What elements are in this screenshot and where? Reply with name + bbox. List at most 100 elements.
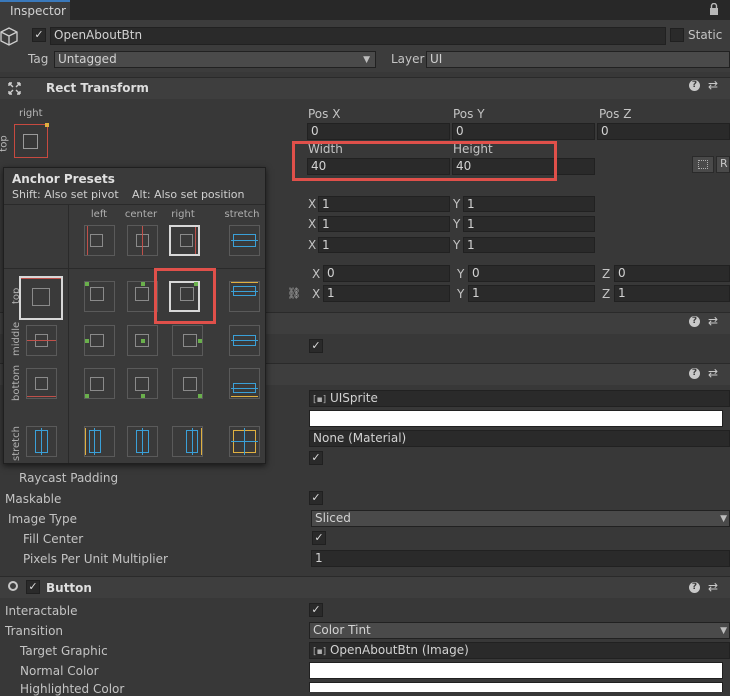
preset-stretch-center[interactable] [127,426,158,457]
preset-center-none[interactable] [127,225,158,256]
anchor-preset-button[interactable] [14,123,49,158]
preset-left-none[interactable] [84,225,115,256]
gameobject-cube-icon [0,27,18,46]
layer-label: Layer [391,52,425,66]
lock-icon[interactable] [709,3,719,15]
anchor-min-y-label: Y [453,197,461,211]
rotation-z-field[interactable]: 0 [614,265,730,282]
help-icon[interactable]: ? [689,80,700,91]
preset-sliders-icon[interactable]: ⇄ [708,78,718,92]
rotation-y-field[interactable]: 0 [468,265,595,282]
scale-x-field[interactable]: 1 [323,285,450,302]
preset-none-middle[interactable] [26,325,57,356]
tag-dropdown[interactable]: Untagged ▼ [54,51,376,68]
interactable-checkbox[interactable]: ✓ [309,603,323,617]
interactable-label: Interactable [5,604,78,618]
preset-middle-stretch[interactable] [229,325,260,356]
object-name-field[interactable]: OpenAboutBtn [50,27,666,45]
preset-stretch-stretch[interactable] [229,426,260,457]
highlighted-color-field[interactable] [309,682,723,692]
popup-col-divider [68,204,69,463]
button-component-header[interactable]: ✓ Button ? ⇄ [0,576,730,598]
static-label: Static [688,28,723,42]
preset-bottom-center[interactable] [127,368,158,399]
preset-bottom-left[interactable] [84,368,115,399]
pos-z-value: 0 [601,124,609,138]
tab-label: Inspector [10,4,66,18]
preset-middle-right[interactable] [172,325,203,356]
cull-transparent-checkbox[interactable]: ✓ [309,339,323,353]
preset-middle-left[interactable] [84,325,115,356]
preset-middle-center[interactable] [127,325,158,356]
pivot-y-value: 1 [467,238,475,252]
button-component-title: Button [46,581,92,595]
preset-right-none-selected[interactable] [169,225,200,256]
rect-transform-header[interactable]: Rect Transform ? ⇄ [0,77,730,99]
rotation-x-field[interactable]: 0 [323,265,450,282]
target-graphic-field[interactable]: [▪] OpenAboutBtn (Image) [309,642,730,659]
preset-stretch-right[interactable] [172,426,203,457]
anchor-presets-popup: Anchor Presets Shift: Also set pivot Alt… [3,167,266,464]
anchor-max-x-field[interactable]: 1 [318,216,450,232]
preset-bottom-right[interactable] [172,368,203,399]
transition-dropdown[interactable]: Color Tint ▼ [309,622,730,639]
tab-inspector[interactable]: Inspector [0,0,70,20]
button-enabled-checkbox[interactable]: ✓ [26,580,40,594]
preset-sliders-icon[interactable]: ⇄ [708,314,718,328]
preset-none-bottom[interactable] [26,368,57,399]
anchor-max-y-value: 1 [467,217,475,231]
preset-stretch-left[interactable] [84,426,115,457]
raw-edit-button[interactable]: R [716,156,730,173]
transition-label: Transition [5,624,64,638]
scale-z-field[interactable]: 1 [614,285,730,302]
constrain-proportions-link-icon[interactable]: ⛓ [287,287,301,300]
anchor-presets-shift-hint: Shift: Also set pivot [12,188,119,201]
pos-z-field[interactable]: 0 [597,123,730,140]
chevron-down-icon: ▼ [720,514,727,524]
preset-sliders-icon[interactable]: ⇄ [708,580,718,594]
pivot-y-field[interactable]: 1 [463,237,595,253]
raycast-target-checkbox[interactable]: ✓ [309,451,323,465]
preset-bottom-stretch[interactable] [229,368,260,399]
active-checkbox[interactable]: ✓ [32,28,46,42]
help-icon[interactable]: ? [689,316,700,327]
pos-y-field[interactable]: 0 [452,123,595,140]
preset-sliders-icon[interactable]: ⇄ [708,366,718,380]
ppu-multiplier-field[interactable]: 1 [311,550,730,567]
image-type-value: Sliced [315,511,351,525]
layer-dropdown[interactable]: UI [426,51,730,68]
image-color-field[interactable] [309,410,723,427]
image-component-icon: [▪] [313,647,327,657]
source-image-field[interactable]: [▪] UISprite [309,390,730,407]
blueprint-mode-button[interactable] [692,156,714,173]
tag-label: Tag [28,52,49,66]
normal-color-field[interactable] [309,662,723,679]
image-type-dropdown[interactable]: Sliced ▼ [311,510,730,527]
anchor-max-x-label: X [308,217,317,231]
anchor-min-x-field[interactable]: 1 [318,196,450,212]
fill-center-checkbox[interactable]: ✓ [312,531,326,545]
anchor-side-top-label: right [19,108,43,119]
maskable-checkbox[interactable]: ✓ [309,491,323,505]
anchor-max-y-field[interactable]: 1 [463,216,595,232]
anchor-min-y-field[interactable]: 1 [463,196,595,212]
row-header-stretch: stretch [11,426,22,461]
preset-top-left[interactable] [84,281,115,312]
material-field[interactable]: None (Material) [309,430,730,447]
help-icon[interactable]: ? [689,582,700,593]
anchor-side-left-label: top [0,135,10,152]
rect-transform-icon [8,82,21,95]
row-header-middle: middle [11,321,22,356]
preset-stretch-none[interactable] [229,225,260,256]
preset-none-top[interactable] [19,276,63,320]
fill-center-label: Fill Center [23,532,84,546]
highlight-width-height [292,141,557,181]
normal-color-label: Normal Color [20,664,99,678]
static-checkbox[interactable] [670,28,684,42]
help-icon[interactable]: ? [689,368,700,379]
preset-top-stretch[interactable] [229,281,260,312]
preset-none-stretch[interactable] [26,426,57,457]
pos-x-field[interactable]: 0 [307,123,450,140]
pivot-x-field[interactable]: 1 [318,237,450,253]
scale-y-field[interactable]: 1 [468,285,595,302]
